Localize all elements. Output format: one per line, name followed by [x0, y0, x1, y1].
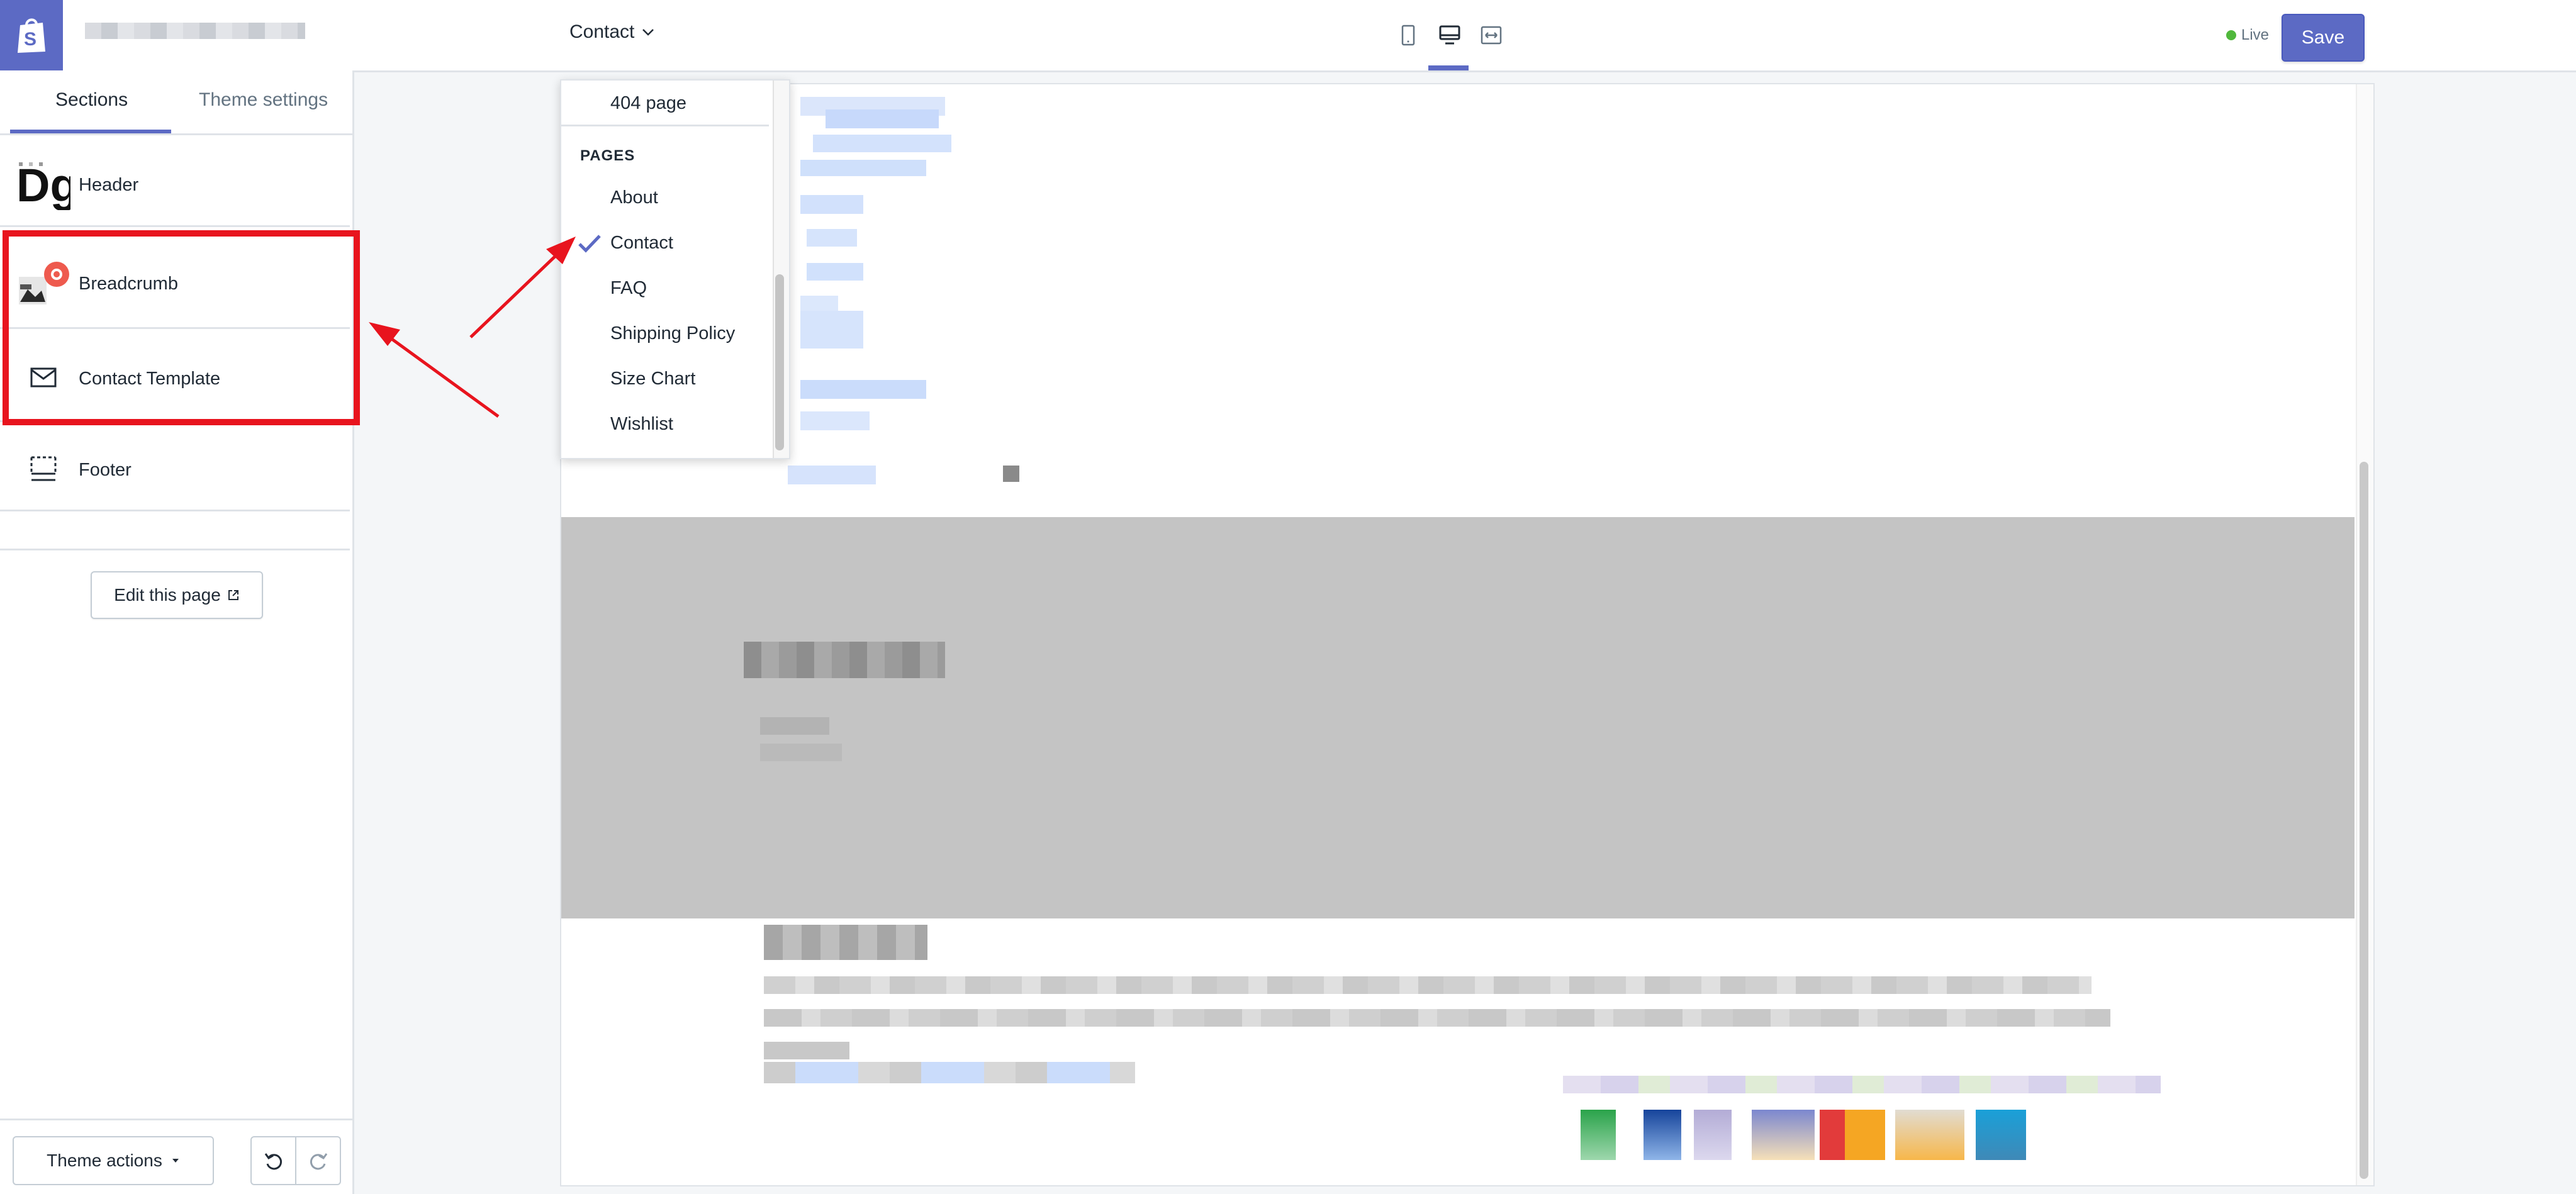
arrow-to-contact [469, 250, 561, 338]
arrow-to-sections [386, 334, 500, 418]
annotation-arrows [369, 237, 576, 418]
